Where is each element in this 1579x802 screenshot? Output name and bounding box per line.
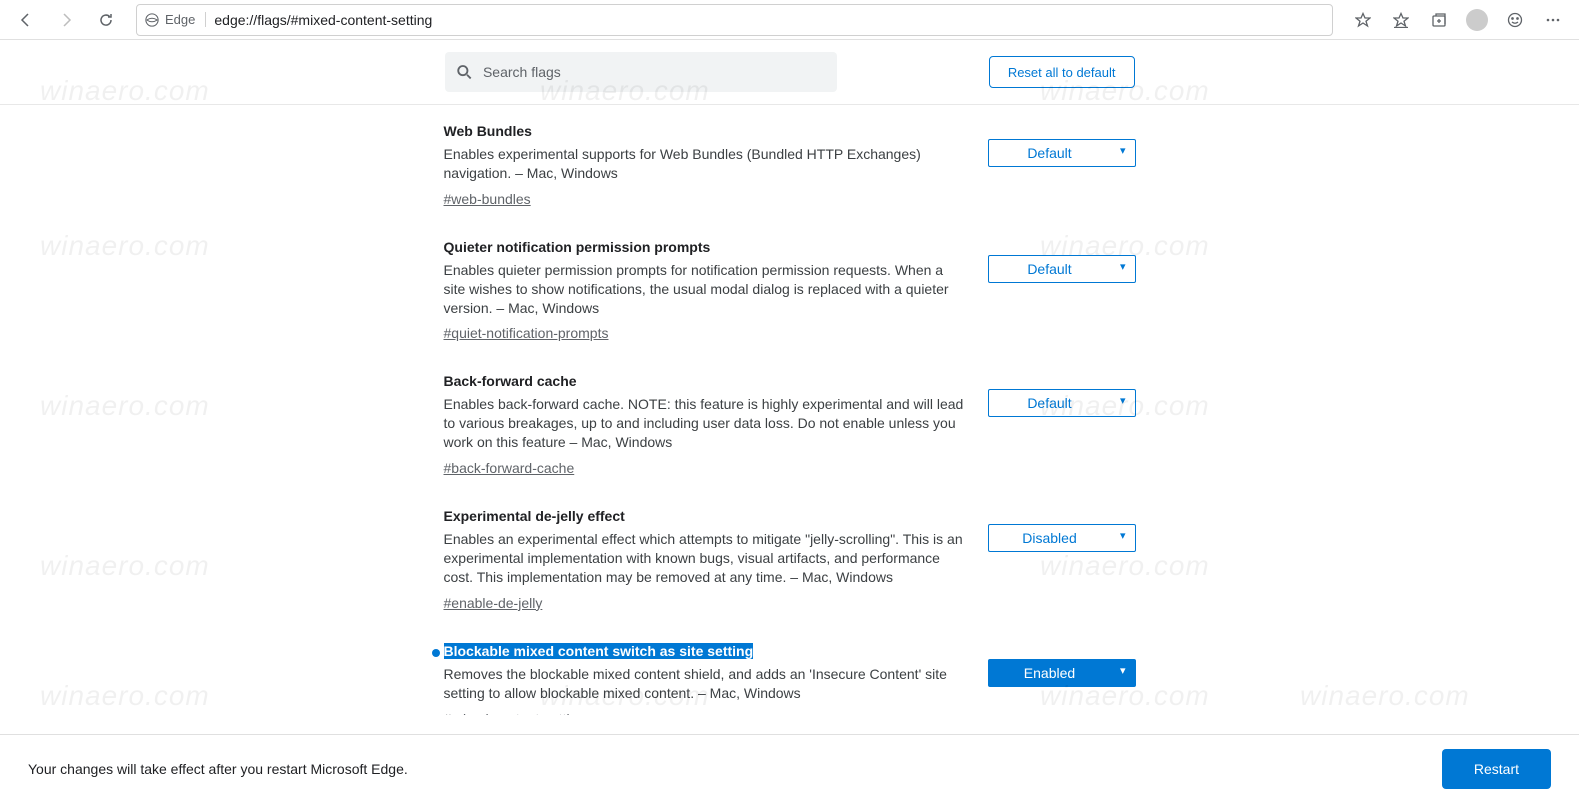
flag-anchor-link[interactable]: #enable-de-jelly <box>444 595 543 611</box>
profile-avatar[interactable] <box>1459 4 1495 36</box>
flag-item: Quieter notification permission prompts E… <box>444 231 1136 366</box>
back-button[interactable] <box>8 4 44 36</box>
flag-title: Blockable mixed content switch as site s… <box>444 643 754 659</box>
flags-list: Web Bundles Enables experimental supports… <box>0 105 1579 715</box>
flag-select[interactable]: Default <box>988 139 1136 167</box>
flag-text: Blockable mixed content switch as site s… <box>444 643 964 715</box>
flag-description: Removes the blockable mixed content shie… <box>444 665 964 703</box>
address-bar[interactable]: Edge edge://flags/#mixed-content-setting <box>136 4 1333 36</box>
search-flags-box[interactable] <box>445 52 837 92</box>
flag-select[interactable]: Enabled <box>988 659 1136 687</box>
restart-button[interactable]: Restart <box>1442 749 1551 789</box>
flag-description: Enables experimental supports for Web Bu… <box>444 145 964 183</box>
url-text: edge://flags/#mixed-content-setting <box>214 12 432 28</box>
collections-icon[interactable] <box>1421 4 1457 36</box>
flag-text: Experimental de-jelly effect Enables an e… <box>444 508 964 611</box>
reset-all-button[interactable]: Reset all to default <box>989 56 1135 88</box>
site-identity: Edge <box>145 12 206 27</box>
flag-select[interactable]: Disabled <box>988 524 1136 552</box>
flag-select-wrap: Default <box>988 123 1136 183</box>
refresh-button[interactable] <box>88 4 124 36</box>
search-icon <box>455 62 473 82</box>
flag-anchor-link[interactable]: #quiet-notification-prompts <box>444 325 609 341</box>
flag-text: Back-forward cache Enables back-forward c… <box>444 373 964 476</box>
flag-anchor-link[interactable]: #back-forward-cache <box>444 460 575 476</box>
flag-item: Blockable mixed content switch as site s… <box>444 635 1136 715</box>
flag-text: Web Bundles Enables experimental supports… <box>444 123 964 207</box>
modified-dot-icon <box>432 649 440 657</box>
flag-description: Enables quieter permission prompts for n… <box>444 261 964 318</box>
flag-text: Quieter notification permission prompts E… <box>444 239 964 342</box>
favorite-star-icon[interactable] <box>1345 4 1381 36</box>
restart-footer: Your changes will take effect after you … <box>0 734 1579 802</box>
search-input[interactable] <box>483 64 827 80</box>
flag-item: Back-forward cache Enables back-forward c… <box>444 365 1136 500</box>
more-menu-icon[interactable] <box>1535 4 1571 36</box>
toolbar-right <box>1345 4 1571 36</box>
flag-select-wrap: Enabled <box>988 643 1136 703</box>
flag-title: Back-forward cache <box>444 373 577 389</box>
smiley-feedback-icon[interactable] <box>1497 4 1533 36</box>
restart-message: Your changes will take effect after you … <box>28 761 408 777</box>
flag-item: Experimental de-jelly effect Enables an e… <box>444 500 1136 635</box>
flag-title: Quieter notification permission prompts <box>444 239 711 255</box>
edge-icon <box>145 13 159 27</box>
browser-toolbar: Edge edge://flags/#mixed-content-setting <box>0 0 1579 40</box>
favorites-icon[interactable] <box>1383 4 1419 36</box>
flag-select[interactable]: Default <box>988 389 1136 417</box>
flag-item: Web Bundles Enables experimental supports… <box>444 115 1136 231</box>
site-identity-label: Edge <box>165 12 195 27</box>
forward-button[interactable] <box>48 4 84 36</box>
flag-anchor-link[interactable]: #mixed-content-setting <box>444 711 586 715</box>
flag-title: Experimental de-jelly effect <box>444 508 625 524</box>
flag-title: Web Bundles <box>444 123 532 139</box>
flag-description: Enables back-forward cache. NOTE: this f… <box>444 395 964 452</box>
flag-select-wrap: Default <box>988 239 1136 299</box>
flag-select-wrap: Default <box>988 373 1136 433</box>
flag-description: Enables an experimental effect which att… <box>444 530 964 587</box>
flag-anchor-link[interactable]: #web-bundles <box>444 191 531 207</box>
flag-select[interactable]: Default <box>988 255 1136 283</box>
flag-select-wrap: Disabled <box>988 508 1136 568</box>
flags-header: Reset all to default <box>0 40 1579 105</box>
